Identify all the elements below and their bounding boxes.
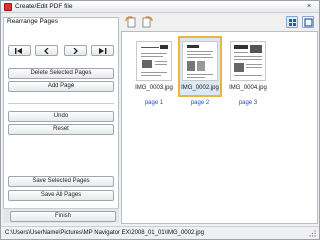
- create-edit-pdf-window: Create/Edit PDF file × Rearrange Pages D…: [0, 0, 320, 240]
- save-selected-pages-button[interactable]: Save Selected Pages: [8, 176, 114, 187]
- thumbnail-page-label: page 3: [238, 100, 258, 106]
- divider: [8, 103, 114, 104]
- thumbnail-filename: IMG_0002.jpg: [181, 85, 219, 91]
- save-all-pages-button[interactable]: Save All Pages: [8, 190, 114, 201]
- move-to-first-icon: [15, 48, 22, 54]
- thumbnail-page-label: page 2: [190, 100, 210, 106]
- add-page-button[interactable]: Add Page: [8, 81, 114, 92]
- rearrange-pages-label: Rearrange Pages: [7, 18, 58, 25]
- pdf-app-icon: [4, 3, 12, 11]
- toolbar: [121, 15, 318, 31]
- rearrange-nav-row: [8, 45, 114, 57]
- page-preview: [230, 41, 266, 81]
- thumbnail-area: IMG_0003.jpg page 1 IMG_0002.jpg page 2: [121, 31, 318, 224]
- move-left-button[interactable]: [35, 45, 58, 56]
- move-to-last-icon: [99, 48, 107, 54]
- move-to-first-button[interactable]: [8, 45, 31, 56]
- thumbnail-view-icon: [289, 19, 296, 26]
- page-preview: [136, 41, 172, 81]
- reset-button[interactable]: Reset: [8, 124, 114, 135]
- finish-button[interactable]: Finish: [10, 211, 116, 222]
- rotate-right-icon[interactable]: [141, 16, 153, 28]
- thumbnail-page-3[interactable]: IMG_0004.jpg page 3: [226, 36, 270, 111]
- move-right-icon: [73, 48, 78, 54]
- large-view-icon: [304, 18, 313, 27]
- status-bar: C:\Users\UserName\Pictures\MP Navigator …: [1, 226, 319, 239]
- thumbnail-page-2[interactable]: IMG_0002.jpg page 2: [178, 36, 222, 111]
- move-right-button[interactable]: [64, 45, 87, 56]
- large-view-button[interactable]: [302, 16, 314, 28]
- thumbnail-page-1[interactable]: IMG_0003.jpg page 1: [132, 36, 176, 111]
- page-preview: [182, 41, 218, 81]
- finish-area: Finish: [3, 208, 119, 223]
- close-icon[interactable]: ×: [302, 2, 316, 11]
- thumbnail-filename: IMG_0003.jpg: [135, 85, 173, 91]
- thumbnail-filename: IMG_0004.jpg: [229, 85, 267, 91]
- title-bar: Create/Edit PDF file ×: [1, 1, 319, 13]
- move-left-icon: [44, 48, 49, 54]
- resize-grip-icon[interactable]: [309, 229, 317, 237]
- thumbnail-page-label: page 1: [144, 100, 164, 106]
- window-title: Create/Edit PDF file: [15, 3, 73, 10]
- file-path-text: C:\Users\UserName\Pictures\MP Navigator …: [5, 230, 204, 236]
- undo-button[interactable]: Undo: [8, 111, 114, 122]
- delete-selected-pages-button[interactable]: Delete Selected Pages: [8, 68, 114, 79]
- thumbnail-view-button[interactable]: [286, 16, 298, 28]
- move-to-last-button[interactable]: [91, 45, 114, 56]
- rotate-left-icon[interactable]: [125, 16, 137, 28]
